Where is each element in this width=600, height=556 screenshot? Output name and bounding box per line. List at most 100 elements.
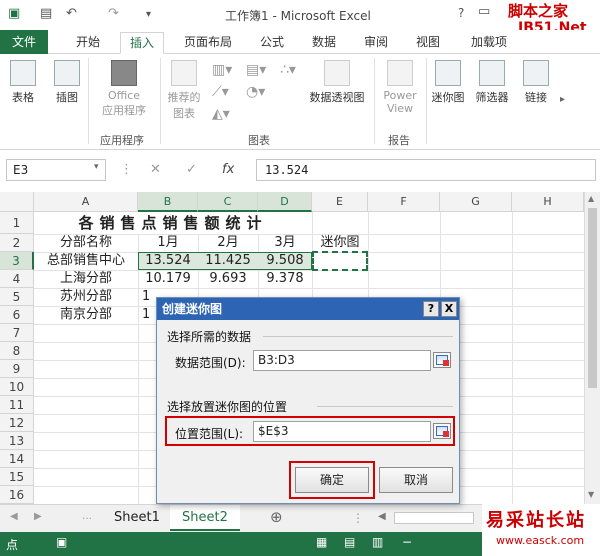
confirm-entry-icon[interactable]: ✓ — [186, 162, 197, 177]
row-header-10[interactable]: 10 — [0, 378, 34, 396]
sheet-title[interactable]: 各销售点销售额统计 — [34, 214, 312, 232]
link-button[interactable]: 链接 — [518, 60, 554, 105]
save-icon[interactable]: ▤ — [40, 6, 52, 21]
select-all-corner[interactable] — [0, 192, 34, 212]
power-view-button[interactable]: Power View — [378, 60, 422, 115]
chart-types-gallery[interactable]: ▥▾ ▤▾ ∴▾ ⟋▾ ◔▾ ◭▾ — [210, 62, 302, 126]
page-break-view-icon[interactable]: ▥ — [372, 535, 383, 549]
cell-a2[interactable]: 分部名称 — [34, 234, 138, 252]
row-header-13[interactable]: 13 — [0, 432, 34, 450]
scatter-chart-icon[interactable]: ∴▾ — [280, 62, 296, 78]
ok-button[interactable]: 确定 — [295, 467, 369, 493]
cell-a4[interactable]: 上海分部 — [34, 270, 138, 288]
customize-qat-icon[interactable]: ▾ — [146, 9, 151, 20]
row-header-6[interactable]: 6 — [0, 306, 34, 324]
tab-review[interactable]: 审阅 — [356, 32, 396, 54]
ribbon-scroll-right-icon[interactable]: ▸ — [560, 94, 565, 105]
sparkline-button[interactable]: 迷你图 — [430, 60, 466, 105]
tab-view[interactable]: 视图 — [408, 32, 448, 54]
scroll-up-icon[interactable]: ▲ — [588, 194, 594, 203]
column-header-d[interactable]: D — [258, 192, 312, 212]
insert-function-icon[interactable]: fx — [222, 162, 234, 177]
tab-addins[interactable]: 加载项 — [464, 32, 514, 54]
tab-formulas[interactable]: 公式 — [252, 32, 292, 54]
prev-sheet-icon[interactable]: ◀ — [10, 511, 18, 522]
row-header-11[interactable]: 11 — [0, 396, 34, 414]
row-header-2[interactable]: 2 — [0, 234, 34, 252]
column-header-g[interactable]: G — [440, 192, 512, 212]
cell-a6[interactable]: 南京分部 — [34, 306, 138, 324]
cell-a3[interactable]: 总部销售中心 — [34, 252, 138, 270]
cancel-button[interactable]: 取消 — [379, 467, 453, 493]
column-header-e[interactable]: E — [312, 192, 368, 212]
row-header-7[interactable]: 7 — [0, 324, 34, 342]
column-header-c[interactable]: C — [198, 192, 258, 212]
normal-view-icon[interactable]: ▦ — [316, 535, 327, 549]
row-header-3[interactable]: 3 — [0, 252, 34, 270]
data-range-collapse-icon[interactable] — [433, 352, 451, 368]
vertical-scrollbar[interactable]: ▲ ▼ — [584, 192, 600, 504]
row-header-1[interactable]: 1 — [0, 212, 34, 234]
redo-icon[interactable]: ↷ — [108, 6, 119, 21]
scroll-thumb[interactable] — [588, 208, 597, 388]
column-header-a[interactable]: A — [34, 192, 138, 212]
cell-b4[interactable]: 10.179 — [138, 270, 198, 288]
row-header-14[interactable]: 14 — [0, 450, 34, 468]
name-box-dropdown-icon[interactable]: ▾ — [94, 162, 99, 172]
zoom-out-icon[interactable]: − — [402, 535, 412, 549]
hscroll-left-icon[interactable]: ◀ — [378, 511, 386, 522]
ribbon-display-icon[interactable]: ▭ — [478, 4, 490, 19]
cell-c2[interactable]: 2月 — [198, 234, 258, 252]
tab-file[interactable]: 文件 — [0, 30, 48, 54]
row-header-9[interactable]: 9 — [0, 360, 34, 378]
dialog-help-button[interactable]: ? — [423, 301, 439, 317]
data-range-input[interactable]: B3:D3 — [253, 350, 431, 371]
split-handle-icon[interactable]: ⋮ — [352, 511, 364, 525]
area-chart-icon[interactable]: ◭▾ — [212, 106, 230, 122]
macro-record-icon[interactable]: ▣ — [56, 535, 67, 549]
tab-data[interactable]: 数据 — [304, 32, 344, 54]
cell-b6[interactable]: 1 — [142, 306, 156, 324]
cell-e2[interactable]: 迷你图 — [312, 234, 368, 252]
bar-chart-icon[interactable]: ▤▾ — [246, 62, 266, 78]
page-layout-view-icon[interactable]: ▤ — [344, 535, 355, 549]
name-box[interactable]: E3 — [6, 159, 106, 181]
help-button[interactable]: ? — [458, 6, 464, 20]
location-range-collapse-icon[interactable] — [433, 423, 451, 439]
scroll-down-icon[interactable]: ▼ — [588, 490, 594, 499]
column-chart-icon[interactable]: ▥▾ — [212, 62, 232, 78]
sheet-tab-sheet2[interactable]: Sheet2 — [170, 505, 240, 531]
new-sheet-icon[interactable]: ⊕ — [270, 508, 283, 526]
tab-home[interactable]: 开始 — [68, 32, 108, 54]
cell-b5[interactable]: 1 — [142, 288, 156, 306]
more-sheets-icon[interactable]: … — [82, 511, 92, 522]
sheet-tab-sheet1[interactable]: Sheet1 — [102, 505, 172, 531]
location-range-input[interactable]: $E$3 — [253, 421, 431, 442]
column-header-h[interactable]: H — [512, 192, 584, 212]
line-chart-icon[interactable]: ⟋▾ — [212, 84, 229, 100]
pivot-chart-button[interactable]: 数据透视图 — [306, 60, 368, 105]
filter-button[interactable]: 筛选器 — [472, 60, 512, 105]
cell-b2[interactable]: 1月 — [138, 234, 198, 252]
cell-c4[interactable]: 9.693 — [198, 270, 258, 288]
table-button[interactable]: 表格 — [6, 60, 40, 105]
cell-a5[interactable]: 苏州分部 — [34, 288, 138, 306]
row-header-5[interactable]: 5 — [0, 288, 34, 306]
cell-d4[interactable]: 9.378 — [258, 270, 312, 288]
pie-chart-icon[interactable]: ◔▾ — [246, 84, 265, 100]
next-sheet-icon[interactable]: ▶ — [34, 511, 42, 522]
horizontal-scroll-thumb[interactable] — [394, 512, 474, 524]
illustrations-button[interactable]: 插图 — [50, 60, 84, 105]
column-header-b[interactable]: B — [138, 192, 198, 212]
recommended-charts-button[interactable]: 推荐的 图表 — [164, 60, 204, 121]
row-header-4[interactable]: 4 — [0, 270, 34, 288]
tab-insert[interactable]: 插入 — [120, 32, 164, 54]
sparkline-target-cell-e3[interactable] — [312, 251, 368, 271]
tab-page-layout[interactable]: 页面布局 — [176, 32, 240, 54]
cancel-entry-icon[interactable]: ✕ — [150, 162, 161, 177]
row-header-15[interactable]: 15 — [0, 468, 34, 486]
cell-d2[interactable]: 3月 — [258, 234, 312, 252]
row-header-12[interactable]: 12 — [0, 414, 34, 432]
formula-input[interactable]: 13.524 — [256, 159, 596, 181]
row-header-8[interactable]: 8 — [0, 342, 34, 360]
